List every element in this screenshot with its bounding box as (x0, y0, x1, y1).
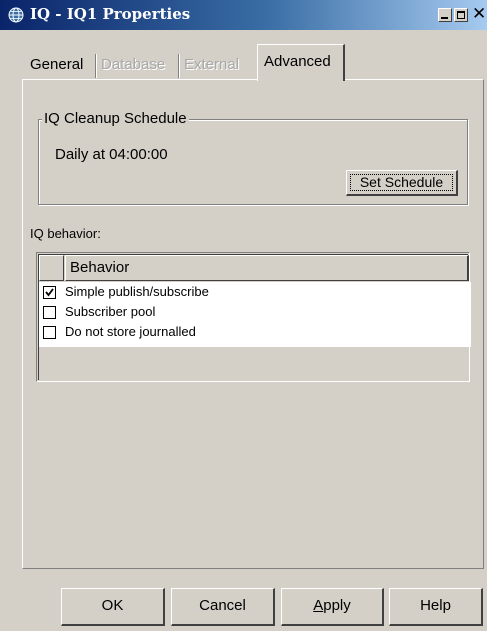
close-icon[interactable]: ✕ (472, 4, 486, 24)
table-inner: Behavior Simple publish/subscribe Subscr… (38, 254, 471, 380)
row-label: Subscriber pool (65, 304, 156, 319)
table-row[interactable]: Simple publish/subscribe (39, 282, 471, 302)
minimize-button[interactable] (438, 8, 452, 22)
schedule-value: Daily at 04:00:00 (55, 146, 168, 163)
checkbox-subscriber-pool[interactable] (43, 306, 56, 319)
checkbox-simple-publish[interactable] (43, 286, 56, 299)
window-title: IQ - IQ1 Properties (30, 5, 191, 23)
checkbox-do-not-store-journalled[interactable] (43, 326, 56, 339)
help-button[interactable]: Help (389, 588, 483, 626)
column-header-behavior[interactable]: Behavior (65, 255, 469, 281)
tab-advanced[interactable]: Advanced (257, 44, 345, 81)
title-bar[interactable]: IQ - IQ1 Properties ✕ (0, 0, 487, 30)
header-corner (39, 255, 64, 281)
tab-database: Database (101, 56, 166, 73)
checkmark-icon (45, 288, 54, 297)
table-row[interactable]: Do not store journalled (39, 322, 471, 342)
apply-button[interactable]: Apply (281, 588, 384, 626)
table-row[interactable]: Subscriber pool (39, 302, 471, 322)
row-label: Simple publish/subscribe (65, 284, 209, 299)
cancel-button[interactable]: Cancel (171, 588, 275, 626)
tab-external: External (184, 56, 240, 73)
group-title: IQ Cleanup Schedule (42, 110, 189, 128)
table-body: Simple publish/subscribe Subscriber pool… (39, 282, 471, 347)
row-label: Do not store journalled (65, 324, 196, 339)
globe-icon (8, 7, 24, 23)
maximize-button[interactable] (454, 8, 468, 22)
set-schedule-button[interactable]: Set Schedule (346, 170, 458, 196)
ok-button[interactable]: OK (61, 588, 165, 626)
set-schedule-label: Set Schedule (359, 174, 444, 190)
behavior-table: Behavior Simple publish/subscribe Subscr… (36, 252, 471, 382)
behavior-label: IQ behavior: (30, 226, 101, 241)
tab-general[interactable]: General (26, 52, 87, 78)
properties-dialog: IQ - IQ1 Properties ✕ General Database E… (0, 0, 487, 631)
